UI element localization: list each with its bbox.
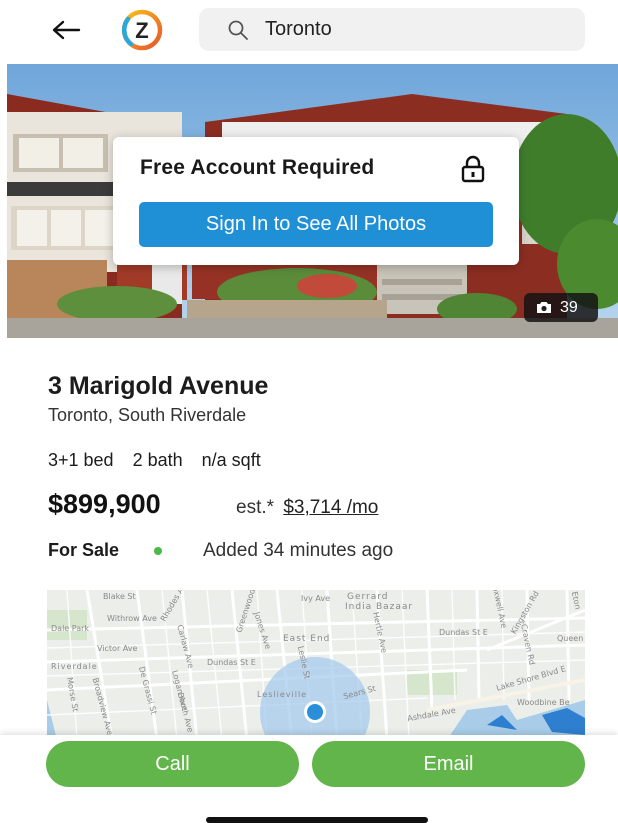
email-button[interactable]: Email xyxy=(312,741,585,787)
logo-letter: Z xyxy=(135,18,148,43)
monthly-payment-link[interactable]: $3,714 /mo xyxy=(283,497,378,518)
map-label: Dale Park xyxy=(51,624,90,633)
home-indicator xyxy=(206,817,428,823)
back-arrow-icon[interactable] xyxy=(46,14,86,46)
map-label: Woodbine Be xyxy=(517,698,570,707)
map-label: East End xyxy=(283,634,331,644)
sign-in-button[interactable]: Sign In to See All Photos xyxy=(139,202,493,247)
map-label: Victor Ave xyxy=(97,644,138,653)
search-icon xyxy=(227,19,249,41)
search-input[interactable]: Toronto xyxy=(199,8,585,51)
map-label: Withrow Ave xyxy=(107,614,157,623)
map-label: Riverdale xyxy=(51,662,98,671)
zoocasa-logo[interactable]: Z xyxy=(111,7,173,53)
map-label: Leslieville xyxy=(257,690,308,699)
map-label: Gerrard xyxy=(347,592,389,602)
top-bar: Z Toronto xyxy=(0,0,618,62)
location-marker-icon xyxy=(307,704,323,720)
listing-price: $899,900 xyxy=(48,489,161,519)
sign-in-overlay: Free Account Required Sign In to See All… xyxy=(113,137,519,265)
lock-icon xyxy=(459,155,487,183)
map-label: Dundas St E xyxy=(207,658,256,667)
status-dot-icon xyxy=(154,547,162,555)
listing-location: Toronto, South Riverdale xyxy=(48,405,247,425)
search-value: Toronto xyxy=(265,18,332,40)
sqft: n/a sqft xyxy=(201,450,261,470)
listing-status: For Sale xyxy=(48,540,120,560)
map-label: Dundas St E xyxy=(439,628,488,637)
call-button[interactable]: Call xyxy=(46,741,299,787)
overlay-title: Free Account Required xyxy=(140,156,375,179)
listing-added-time: Added 34 minutes ago xyxy=(203,540,394,561)
photo-count: 39 xyxy=(560,298,578,316)
location-map[interactable]: Dale Park Withrow Ave Victor Ave Gerrard… xyxy=(47,590,585,740)
map-label: Blake St xyxy=(103,592,136,601)
baths: 2 bath xyxy=(132,450,183,470)
camera-icon xyxy=(536,301,552,314)
beds: 3+1 bed xyxy=(48,450,114,470)
map-label: Queen xyxy=(557,634,584,643)
map-label: Ivy Ave xyxy=(301,594,331,603)
bottom-action-bar: Call Email xyxy=(0,735,618,823)
est-prefix: est.* xyxy=(236,497,275,518)
photo-count-badge[interactable]: 39 xyxy=(524,293,598,322)
listing-address: 3 Marigold Avenue xyxy=(48,372,269,400)
estimated-payment: est.* $3,714 /mo xyxy=(236,497,378,519)
listing-specs: 3+1 bed 2 bath n/a sqft xyxy=(48,450,275,471)
